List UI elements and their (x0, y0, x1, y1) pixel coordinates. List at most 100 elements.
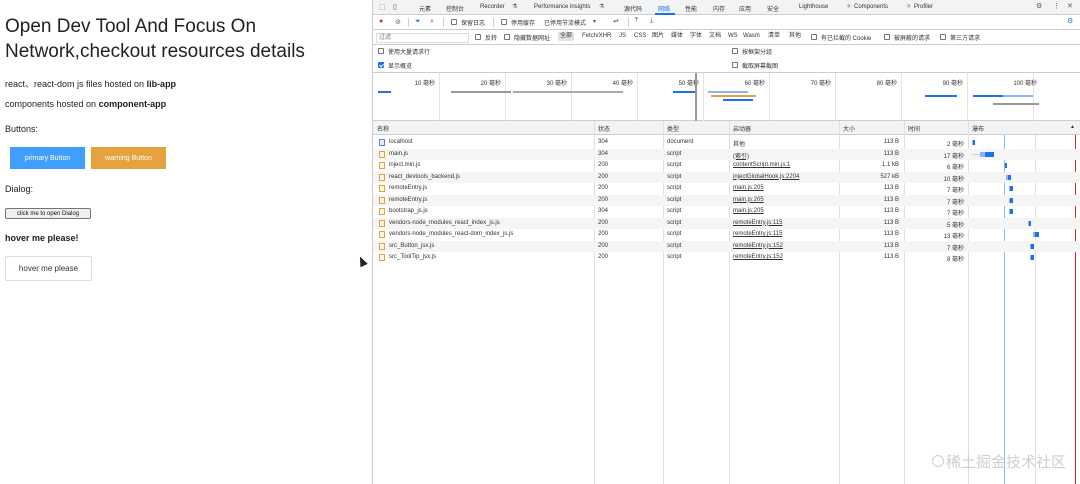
import-har-icon[interactable]: ⤒ (635, 17, 638, 25)
preserve-log-checkbox[interactable] (451, 19, 457, 25)
overview-selection-marker[interactable] (695, 73, 697, 121)
column-type[interactable]: 类型 (667, 124, 679, 133)
request-initiator[interactable]: remoteEntry.js:115 (733, 231, 782, 237)
request-initiator[interactable]: main.js:205 (733, 197, 764, 203)
table-row[interactable]: localhost 304 document 其他 113 B 2 毫秒 (373, 137, 1080, 149)
table-row[interactable]: vendors-node_modules_react-dom_index_js.… (373, 229, 1080, 241)
throttling-dropdown-icon[interactable]: ▾ (593, 18, 596, 25)
request-initiator[interactable]: main.js:205 (733, 208, 764, 214)
table-row[interactable]: src_Button_jsx.js 200 script remoteEntry.js… (373, 240, 1080, 252)
filter-type-font[interactable]: 字体 (688, 32, 704, 41)
throttling-select[interactable]: 已停用节流模式 (544, 18, 586, 27)
request-initiator[interactable]: main.js:205 (733, 185, 764, 191)
tab-console[interactable]: 控制台 (446, 4, 464, 13)
request-initiator[interactable]: contentScript.min.js:1 (733, 162, 790, 168)
tab-application[interactable]: 应用 (739, 4, 751, 13)
request-initiator[interactable]: remoteEntry.js:152 (733, 243, 783, 249)
filter-type-js[interactable]: JS (617, 32, 628, 41)
column-name[interactable]: 名称 (377, 124, 389, 133)
network-conditions-icon[interactable]: ⇌ (613, 17, 619, 25)
tab-components[interactable]: Components (854, 4, 888, 10)
table-row[interactable]: remoteEntry.js 200 script main.js:205 113 B 7… (373, 194, 1080, 206)
request-name[interactable]: main.js (389, 151, 408, 157)
group-by-frame-checkbox[interactable] (732, 48, 738, 54)
sort-ascending-icon[interactable]: ▲ (1070, 124, 1075, 130)
request-time: 7 毫秒 (946, 245, 964, 252)
filter-type-other[interactable]: 其他 (787, 32, 803, 41)
primary-button[interactable]: primary Button (10, 147, 85, 169)
filter-type-fetch-xhr[interactable]: Fetch/XHR (580, 32, 613, 41)
device-toolbar-icon[interactable]: ▯ (393, 3, 397, 11)
table-row[interactable]: remoteEntry.js 200 script main.js:205 113 B 7… (373, 183, 1080, 195)
column-size[interactable]: 大小 (843, 124, 855, 133)
close-devtools-icon[interactable]: ✕ (1067, 2, 1073, 10)
request-name[interactable]: inject.min.js (389, 162, 420, 168)
more-options-icon[interactable]: ⋮ (1053, 2, 1060, 10)
column-status[interactable]: 状态 (598, 124, 610, 133)
tab-performance[interactable]: 性能 (685, 4, 697, 13)
filter-input[interactable]: 过滤 (376, 33, 469, 43)
search-icon[interactable]: ⌕ (430, 18, 434, 26)
hover-button[interactable]: hover me please (5, 256, 92, 281)
invert-checkbox[interactable] (475, 34, 481, 40)
third-party-checkbox[interactable] (940, 34, 946, 40)
disable-cache-checkbox[interactable] (501, 19, 507, 25)
filter-type-manifest[interactable]: 清单 (766, 32, 782, 41)
table-row[interactable]: src_ToolTip_jsx.js 200 script remoteEntry.j… (373, 252, 1080, 264)
document-file-icon (379, 139, 385, 146)
blocked-requests-checkbox[interactable] (884, 34, 890, 40)
show-overview-checkbox[interactable] (378, 62, 384, 68)
tab-network[interactable]: 网络 (658, 4, 670, 13)
filter-type-all[interactable]: 全部 (558, 32, 575, 41)
tab-security[interactable]: 安全 (767, 4, 779, 13)
request-name[interactable]: vendors-node_modules_react_index_js.js (389, 220, 500, 226)
network-settings-icon[interactable]: ⚙ (1067, 17, 1073, 25)
column-waterfall[interactable]: 瀑布 (972, 124, 984, 133)
filter-type-doc[interactable]: 文档 (707, 32, 723, 41)
request-name[interactable]: react_devtools_backend.js (389, 174, 460, 180)
filter-type-wasm[interactable]: Wasm (741, 32, 762, 41)
tab-memory[interactable]: 内存 (713, 4, 725, 13)
network-overview-timeline[interactable]: 10 毫秒 20 毫秒 30 毫秒 40 毫秒 50 毫秒 60 毫秒 70 毫… (373, 73, 1080, 121)
request-name[interactable]: bootstrap_js.js (389, 208, 428, 214)
tab-profiler[interactable]: Profiler (914, 4, 933, 10)
filter-type-css[interactable]: CSS (632, 32, 648, 41)
filter-type-ws[interactable]: WS (726, 32, 740, 41)
tab-elements[interactable]: 元素 (419, 4, 431, 13)
filter-icon[interactable]: ⏷ (415, 18, 421, 26)
tab-lighthouse[interactable]: Lighthouse (799, 4, 828, 10)
request-name[interactable]: localhost (389, 139, 413, 145)
request-name[interactable]: remoteEntry.js (389, 197, 427, 203)
hide-data-urls-checkbox[interactable] (504, 34, 510, 40)
request-name[interactable]: remoteEntry.js (389, 185, 427, 191)
request-initiator[interactable]: injectGlobalHook.js:2204 (733, 174, 799, 180)
warning-button[interactable]: warning Button (91, 147, 166, 169)
request-name[interactable]: vendors-node_modules_react-dom_index_js.… (389, 231, 513, 237)
blocked-cookies-checkbox[interactable] (811, 34, 817, 40)
table-row[interactable]: inject.min.js 200 script contentScript.min.… (373, 160, 1080, 172)
open-dialog-button[interactable]: click me to open Dialog (5, 208, 91, 219)
tab-performance-insights[interactable]: Performance insights (534, 4, 590, 10)
table-row[interactable]: bootstrap_js.js 304 script main.js:205 113 B… (373, 206, 1080, 218)
request-initiator[interactable]: remoteEntry.js:115 (733, 220, 782, 226)
table-row[interactable]: vendors-node_modules_react_index_js.js 20… (373, 217, 1080, 229)
table-row[interactable]: react_devtools_backend.js 200 script inject… (373, 171, 1080, 183)
capture-screenshots-checkbox[interactable] (732, 62, 738, 68)
tab-sources[interactable]: 源代码 (624, 4, 642, 13)
filter-type-media[interactable]: 媒体 (669, 32, 685, 41)
export-har-icon[interactable]: ⤓ (650, 17, 653, 25)
table-row[interactable]: main.js 304 script (索引) 113 B 17 毫秒 (373, 148, 1080, 160)
big-rows-checkbox[interactable] (378, 48, 384, 54)
column-time[interactable]: 时间 (908, 124, 920, 133)
request-name[interactable]: src_ToolTip_jsx.js (389, 254, 436, 260)
inspect-element-icon[interactable]: ⬚ (379, 3, 386, 11)
filter-type-img[interactable]: 图片 (650, 32, 666, 41)
clear-icon[interactable]: ⊘ (395, 18, 401, 26)
column-initiator[interactable]: 启动器 (733, 124, 751, 133)
settings-gear-icon[interactable]: ⚙ (1036, 2, 1042, 10)
request-initiator[interactable]: (索引) (733, 151, 749, 160)
request-name[interactable]: src_Button_jsx.js (389, 243, 434, 249)
record-icon[interactable]: ● (379, 18, 383, 25)
tab-recorder[interactable]: Recorder (480, 4, 505, 10)
request-initiator[interactable]: remoteEntry.js:152 (733, 254, 783, 260)
